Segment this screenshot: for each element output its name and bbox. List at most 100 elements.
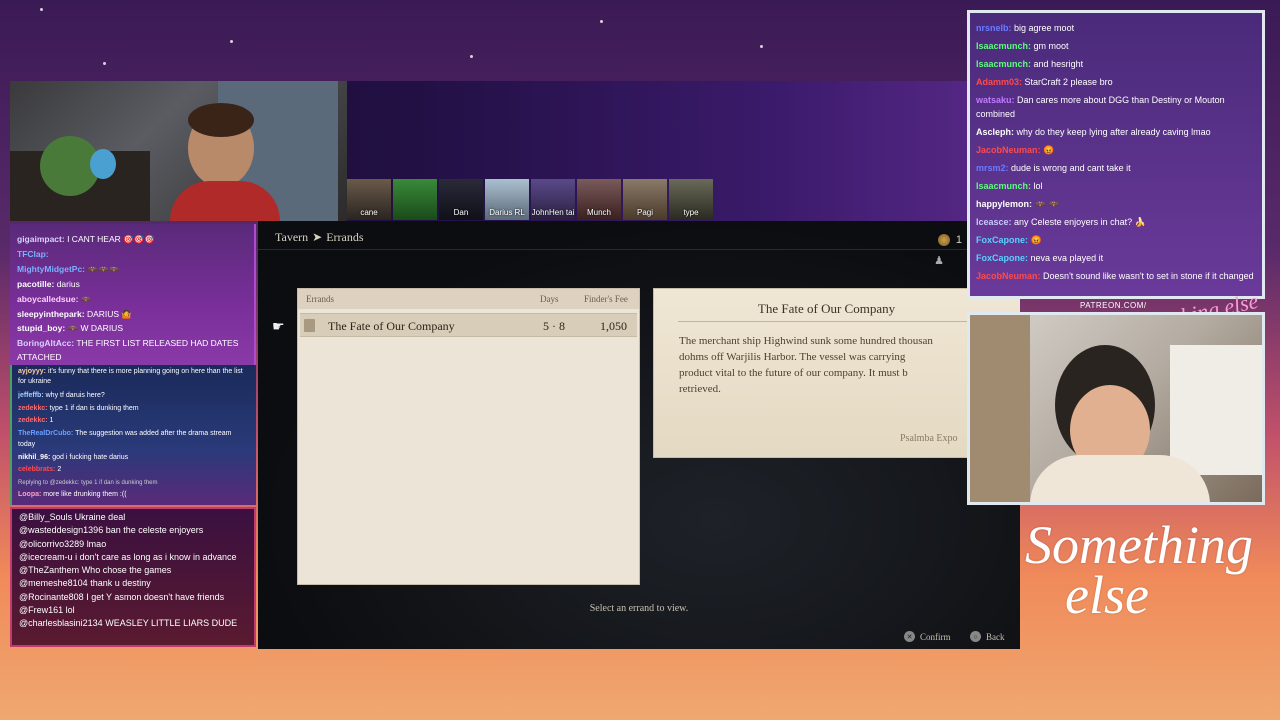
- circle-button-icon: ○: [970, 631, 981, 642]
- errand-detail: The Fate of Our Company The merchant shi…: [653, 288, 1020, 458]
- breadcrumb-tavern[interactable]: Tavern: [275, 230, 308, 244]
- chat-message: Isaacmunch: gm moot: [976, 39, 1256, 53]
- chat-message: sleepyinthepark: DARIUS 🤷: [17, 308, 132, 319]
- chat-message: @Billy_Souls Ukraine deal: [19, 512, 126, 522]
- participant-tile: Munch: [577, 179, 621, 220]
- header-divider: [258, 249, 1020, 250]
- chat-reply-context: Replying to @zedekkc: type 1 if dan is d…: [18, 479, 158, 486]
- patreon-label: PATREON.COM/: [1080, 301, 1147, 310]
- header-errands: Errands: [306, 294, 334, 304]
- something-else-logo: Something else: [1025, 515, 1253, 625]
- chat-message: @TheZanthem Who chose the games: [19, 565, 172, 576]
- participant-tile: JohnHen tai: [531, 179, 575, 220]
- chat-username[interactable]: watsaku:: [976, 95, 1015, 105]
- chat-message: @olicorrivo3289 lmao: [19, 538, 107, 549]
- errand-list: Errands Days Finder's Fee The Fate of Ou…: [297, 288, 640, 585]
- chat-message: JacobNeuman: Doesn't sound like wasn't t…: [976, 269, 1256, 283]
- chat-message: stupid_boy: 🦇 W DARIUS: [17, 323, 123, 334]
- participant-tile: type: [669, 179, 713, 220]
- participant-tiles: cane Dan Darius RL JohnHen tai Munch Pag…: [347, 179, 715, 220]
- chat-message: Loopa: more like drunking them :((: [18, 491, 127, 498]
- streamer-webcam: [10, 81, 347, 221]
- chat-message: @wasteddesign1396 ban the celeste enjoye…: [19, 525, 204, 536]
- scroll-icon: [304, 319, 315, 332]
- chat-username[interactable]: Ascleph:: [976, 127, 1014, 137]
- confirm-button[interactable]: ✕ Confirm: [904, 631, 951, 642]
- participant-tile: cane: [347, 179, 391, 220]
- chat-message: Isaacmunch: lol: [976, 179, 1256, 193]
- coin-icon: [938, 234, 950, 246]
- chat-username[interactable]: Adamm03:: [976, 77, 1022, 87]
- chat-message: zedekkc: 1: [18, 417, 54, 424]
- chat-message: TFClap:: [17, 248, 49, 259]
- chat-message: FoxCapone: 😡: [976, 233, 1256, 247]
- errand-list-header: Errands Days Finder's Fee: [298, 289, 639, 309]
- chat-username[interactable]: Isaacmunch:: [976, 181, 1031, 191]
- detail-signature: Psalmba Expo: [900, 433, 958, 444]
- chat-text: 🦇 🦇: [1034, 199, 1060, 209]
- chat-username[interactable]: nrsnelb:: [976, 23, 1012, 33]
- chat-message: mrsm2: dude is wrong and cant take it: [976, 161, 1256, 175]
- chat-text: any Celeste enjoyers in chat? 🍌: [1014, 217, 1146, 227]
- chat-message: ayjoyyy: it's funny that there is more p…: [18, 368, 243, 385]
- chat-message: jeffeffb: why tf daruis here?: [18, 392, 105, 399]
- chat-message: celebbrats: 2: [18, 466, 62, 473]
- chat-text: 😡: [1043, 145, 1055, 155]
- chat-message: @memeshe8104 thank u destiny: [19, 578, 151, 589]
- back-button[interactable]: ○ Back: [970, 631, 1005, 642]
- chat-message: @Frew161 lol: [19, 605, 75, 616]
- chat-message: @Rocinante808 I get Y asmon doesn't have…: [19, 591, 225, 602]
- chat-text: lol: [1033, 181, 1043, 191]
- chat-message: Ascleph: why do they keep lying after al…: [976, 125, 1256, 139]
- chat-text: and hesright: [1033, 59, 1084, 69]
- errand-days: 5 · 8: [543, 319, 565, 333]
- chat-message: @icecream-u i don't care as long as i kn…: [19, 551, 237, 562]
- chat-username[interactable]: happylemon:: [976, 199, 1032, 209]
- chat-text: 😡: [1030, 235, 1042, 245]
- errand-title: The Fate of Our Company: [328, 319, 455, 333]
- chat-text: dude is wrong and cant take it: [1011, 163, 1131, 173]
- chat-username[interactable]: Iceasce:: [976, 217, 1012, 227]
- breadcrumb-separator: ➤: [312, 230, 323, 244]
- chat-panel-bottom: @Billy_Souls Ukraine deal @wasteddesign1…: [10, 507, 256, 647]
- detail-body: The merchant ship Highwind sunk some hun…: [679, 335, 933, 395]
- hand-pointer-icon: ☛: [272, 318, 285, 334]
- errand-fee: 1,050: [600, 319, 627, 333]
- chat-username[interactable]: JacobNeuman:: [976, 145, 1041, 155]
- chat-text: why do they keep lying after already cav…: [1016, 127, 1211, 137]
- chat-message: FoxCapone: neva eva played it: [976, 251, 1256, 265]
- chat-message: Adamm03: StarCraft 2 please bro: [976, 75, 1256, 89]
- breadcrumb-errands: Errands: [326, 230, 364, 244]
- coin-count: 1: [955, 234, 962, 246]
- person-icon: ♟: [934, 255, 944, 267]
- chat-message: pacotille: darius: [17, 278, 80, 289]
- select-hint: Select an errand to view.: [589, 603, 689, 614]
- errand-row[interactable]: The Fate of Our Company 5 · 8 1,050: [300, 313, 637, 337]
- chat-message: TheRealDrCubo: The suggestion was added …: [18, 429, 232, 448]
- header-finders-fee: Finder's Fee: [584, 294, 628, 304]
- chat-username[interactable]: FoxCapone:: [976, 253, 1028, 263]
- chat-message: Isaacmunch: and hesright: [976, 57, 1256, 71]
- chat-text: StarCraft 2 please bro: [1024, 77, 1113, 87]
- chat-username[interactable]: Isaacmunch:: [976, 41, 1031, 51]
- chat-text: neva eva played it: [1030, 253, 1104, 263]
- chat-username[interactable]: Isaacmunch:: [976, 59, 1031, 69]
- chat-panel-middle: ayjoyyy: it's funny that there is more p…: [10, 365, 256, 505]
- chat-message: MightyMidgetPc: 🦇🦇🦇: [17, 263, 120, 274]
- breadcrumb: Tavern ➤ Errands: [275, 230, 364, 245]
- header-days: Days: [540, 294, 559, 304]
- chat-text: big agree moot: [1014, 23, 1075, 33]
- chat-message: aboycalledsue: 🦇: [17, 293, 92, 304]
- participant-tile: Pagi: [623, 179, 667, 220]
- participant-tile: Darius RL: [485, 179, 529, 220]
- chat-message: Iceasce: any Celeste enjoyers in chat? 🍌: [976, 215, 1256, 229]
- chat-panel-top: gigaimpact: I CANT HEAR 🎯🎯🎯 TFClap: Migh…: [10, 224, 256, 365]
- chat-message: nikhil_96: god i fucking hate darius: [18, 453, 129, 461]
- chat-username[interactable]: JacobNeuman:: [976, 271, 1041, 281]
- chat-panel-right: nrsnelb: big agree moot Isaacmunch: gm mo…: [967, 10, 1265, 299]
- chat-message: JacobNeuman: 😡: [976, 143, 1256, 157]
- participant-tile: [393, 179, 437, 220]
- chat-message: happylemon: 🦇 🦇: [976, 197, 1256, 211]
- chat-username[interactable]: FoxCapone:: [976, 235, 1028, 245]
- chat-username[interactable]: mrsm2:: [976, 163, 1009, 173]
